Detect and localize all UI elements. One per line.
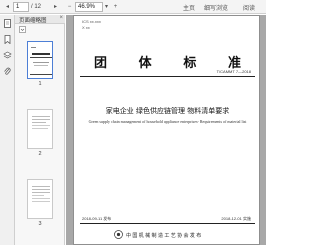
page-total: / 12 (31, 4, 42, 10)
implementation-date: 2018-12-01 实施 (221, 216, 251, 221)
zoom-in-icon[interactable]: + (112, 2, 119, 12)
panel-header: 页面缩略图 × (15, 15, 65, 24)
association-logo (114, 230, 123, 239)
ics-code: ICS xx.xxx (82, 19, 101, 24)
prev-page-icon[interactable]: ◂ (4, 2, 11, 12)
browse-link[interactable]: 细写浏览 (204, 3, 228, 12)
sidebar-icon-strip (0, 15, 15, 245)
document-page: ICS xx.xxx X xx 团 体 标 准 T/CAMMT 7—2018 家… (73, 15, 260, 245)
toolbar: ◂ 1 / 12 ▸ − 46.9% ▾ + 主页 细写浏览 阅读 (0, 0, 266, 14)
attachment-icon[interactable] (3, 67, 12, 76)
layers-icon[interactable] (3, 51, 12, 60)
issue-date: 2018-09-11 发布 (82, 216, 112, 221)
thumbnail-page-1[interactable] (27, 41, 53, 79)
document-title-cn: 家电企业 绿色供应链管理 物料清单要求 (105, 107, 230, 115)
options-icon[interactable] (19, 26, 26, 33)
zoom-out-icon[interactable]: − (66, 2, 73, 12)
zoom-dropdown-icon[interactable]: ▾ (103, 2, 110, 12)
ccs-code: X xx (82, 25, 90, 30)
panel-title: 页面缩略图 (19, 18, 47, 24)
title-char: 体 (138, 56, 152, 71)
pages-icon[interactable] (3, 19, 12, 28)
thumbnail-number: 3 (38, 221, 42, 227)
thumbnail-page-3[interactable] (27, 179, 53, 219)
panel-toolbar (15, 25, 65, 34)
read-link[interactable]: 阅读 (243, 3, 255, 12)
home-link[interactable]: 主页 (183, 3, 195, 12)
title-char: 团 (94, 56, 108, 71)
thumbnail-panel: 页面缩略图 × 1 2 3 (15, 15, 65, 245)
header-rule (80, 76, 255, 77)
zoom-select[interactable]: 46.9% (75, 2, 103, 12)
footer-rule (80, 223, 255, 224)
close-icon[interactable]: × (59, 15, 63, 21)
publisher: 中 国 机 械 制 造 工 艺 协 会 发 布 (126, 233, 202, 239)
standard-code: T/CAMMT 7—2018 (216, 69, 251, 74)
thumbnail-number: 1 (38, 81, 42, 87)
thumbnail-number: 2 (38, 151, 42, 157)
next-page-icon[interactable]: ▸ (52, 2, 59, 12)
bookmark-icon[interactable] (3, 35, 12, 44)
title-char: 标 (183, 56, 197, 71)
thumbnail-page-2[interactable] (27, 109, 53, 149)
document-title-en: Green supply chain management of househo… (88, 119, 247, 124)
page-number-input[interactable]: 1 (13, 2, 29, 12)
